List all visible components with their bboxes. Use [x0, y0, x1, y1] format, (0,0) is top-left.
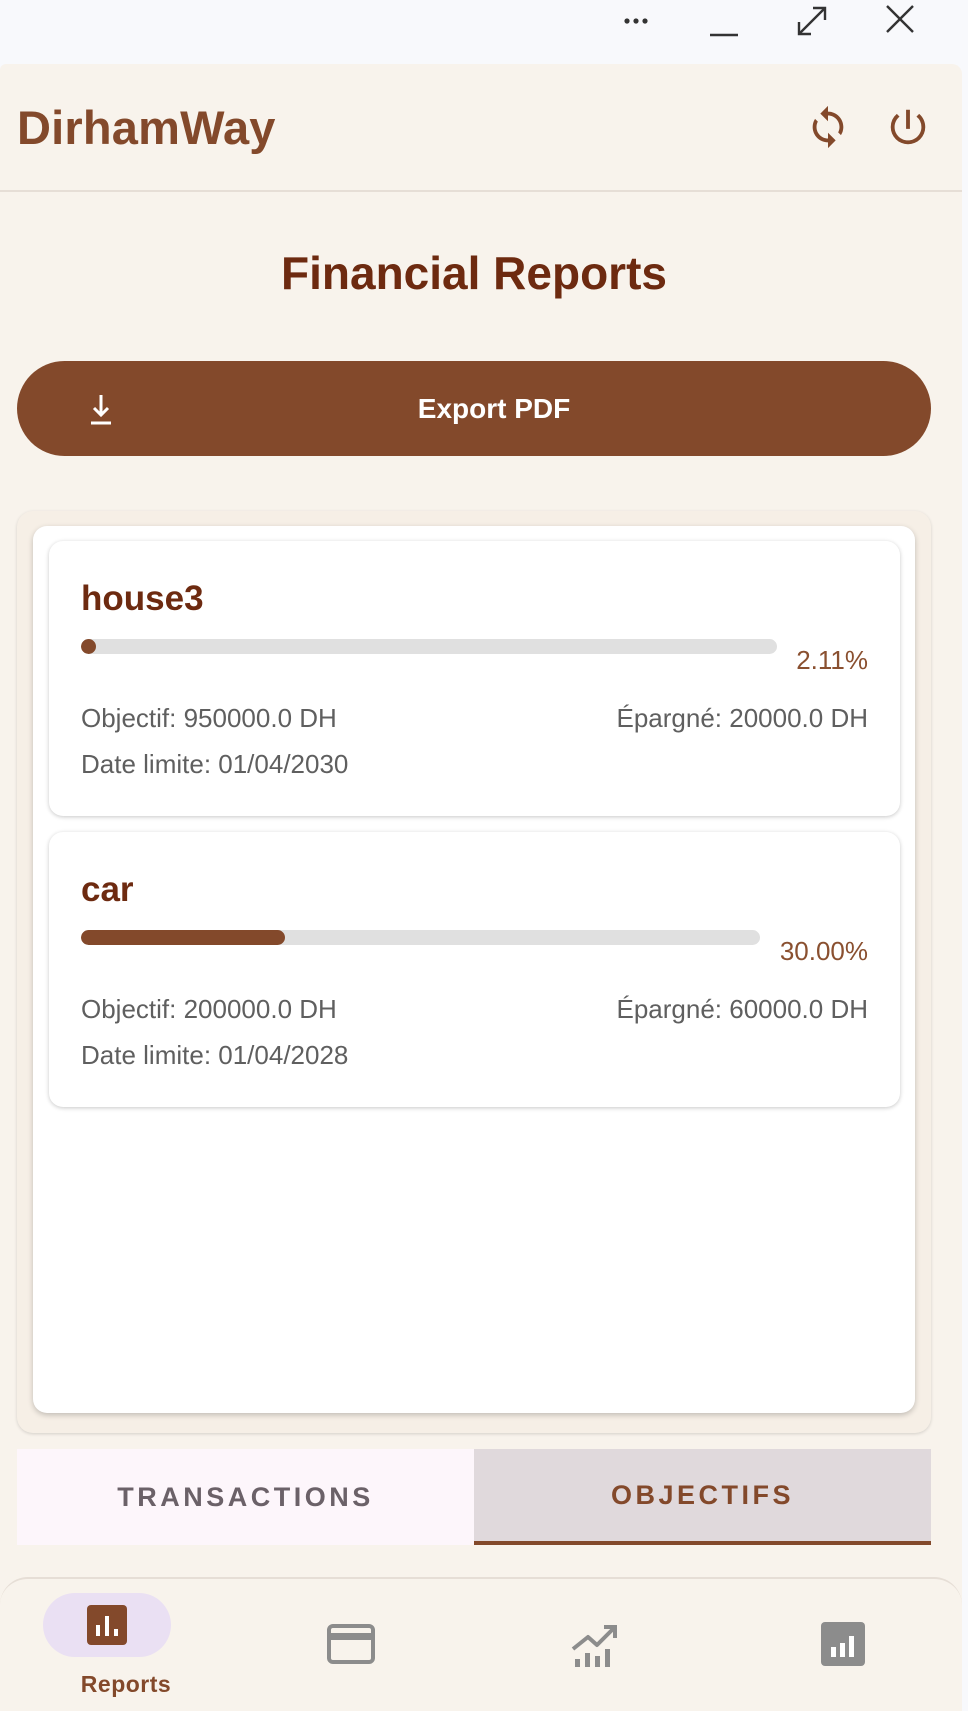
report-tabs: TRANSACTIONS OBJECTIFS: [17, 1449, 931, 1545]
bottom-navigation: Reports: [0, 1577, 962, 1711]
goal-deadline: Date limite: 01/04/2028: [81, 1040, 349, 1070]
goal-objective: Objectif: 200000.0 DH: [81, 994, 337, 1024]
window-chrome: [0, 0, 968, 64]
nav-item-reports[interactable]: Reports: [18, 1579, 234, 1711]
tab-objectifs[interactable]: OBJECTIFS: [474, 1449, 931, 1545]
goal-progress-percent: 30.00%: [779, 936, 868, 966]
goal-name: house3: [81, 579, 204, 618]
trending-up-icon: [571, 1625, 617, 1667]
goal-objective: Objectif: 950000.0 DH: [81, 703, 337, 733]
nav-active-indicator: [43, 1593, 171, 1657]
page-title: Financial Reports: [281, 247, 667, 299]
refresh-icon[interactable]: [803, 102, 853, 152]
goal-saved: Épargné: 60000.0 DH: [616, 994, 868, 1024]
goal-progress-fill: [81, 930, 285, 945]
power-icon[interactable]: [883, 102, 933, 152]
goal-saved: Épargné: 20000.0 DH: [616, 703, 868, 733]
stats-square-icon: [821, 1622, 865, 1666]
report-panel: house3 2.11% Objectif: 950000.0 DH Éparg…: [17, 511, 931, 1433]
expand-icon[interactable]: [784, 0, 840, 42]
tab-transactions[interactable]: TRANSACTIONS: [17, 1449, 474, 1545]
goal-card[interactable]: car 30.00% Objectif: 200000.0 DH Épargné…: [49, 832, 900, 1107]
goal-progress-bar: [81, 930, 760, 945]
nav-item-statistics[interactable]: [790, 1579, 940, 1711]
goal-progress-fill: [81, 639, 96, 654]
credit-card-icon: [327, 1624, 375, 1664]
goal-name: car: [81, 870, 134, 909]
export-pdf-label: Export PDF: [417, 392, 571, 424]
nav-item-analytics[interactable]: [546, 1579, 696, 1711]
goal-progress-bar: [81, 639, 777, 654]
app-bar: DirhamWay: [0, 64, 962, 192]
export-pdf-button[interactable]: Export PDF: [17, 361, 931, 456]
download-icon: [91, 395, 111, 425]
close-icon[interactable]: [872, 0, 928, 42]
nav-item-transactions[interactable]: [276, 1579, 426, 1711]
app-window: DirhamWay Financial Reports Export PDF h…: [0, 64, 962, 1711]
more-horizontal-icon[interactable]: [608, 0, 664, 42]
app-title: DirhamWay: [17, 101, 276, 154]
goal-progress-percent: 2.11%: [796, 645, 868, 675]
bar-chart-icon: [87, 1605, 127, 1645]
goals-list[interactable]: house3 2.11% Objectif: 950000.0 DH Éparg…: [33, 526, 915, 1413]
nav-label-reports: Reports: [80, 1671, 172, 1697]
minimize-icon[interactable]: [696, 0, 752, 42]
goal-deadline: Date limite: 01/04/2030: [81, 749, 349, 779]
goal-card[interactable]: house3 2.11% Objectif: 950000.0 DH Éparg…: [49, 541, 900, 816]
